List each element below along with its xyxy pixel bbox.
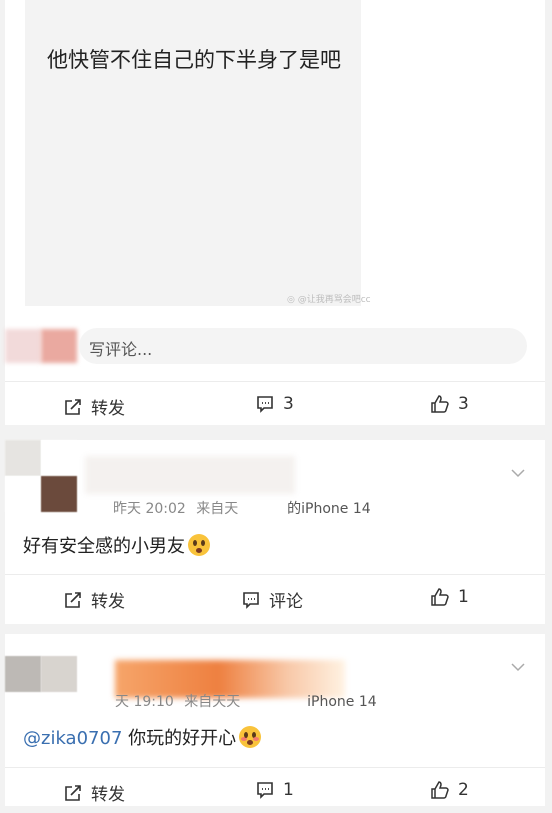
like-button[interactable]: 2 <box>430 780 469 800</box>
post-image[interactable]: 他快管不住自己的下半身了是吧 ◎ @让我再骂会吧cc <box>25 0 371 306</box>
repost-button[interactable]: 转发 <box>63 394 125 419</box>
comment-time: 天 19:10 <box>115 694 174 710</box>
comment-device: 的iPhone 14 <box>287 501 371 517</box>
repost-button[interactable]: 转发 <box>63 587 125 612</box>
comment-placeholder: 写评论... <box>89 340 153 359</box>
post-card: 他快管不住自己的下半身了是吧 ◎ @让我再骂会吧cc 写评论... 转发 3 3 <box>5 0 545 425</box>
like-button[interactable]: 3 <box>430 394 469 414</box>
comment-button[interactable]: 3 <box>255 394 294 414</box>
comment-icon <box>243 591 259 609</box>
comment-source: 来自天 <box>196 501 239 517</box>
avatar <box>5 329 41 363</box>
repost-button[interactable]: 转发 <box>63 780 125 805</box>
chevron-down-icon[interactable] <box>511 660 525 674</box>
comment-input-row: 写评论... <box>5 326 527 366</box>
comment-icon <box>257 782 273 799</box>
post-action-bar: 转发 3 3 <box>5 381 545 426</box>
avatar <box>5 656 77 728</box>
comment-source: 来自天天 <box>184 694 241 710</box>
avatar <box>5 440 77 512</box>
weibo-watermark-icon: ◎ <box>287 295 295 305</box>
comment-meta: 天 19:10 来自天天 iPhone 14 <box>115 691 377 711</box>
share-icon <box>65 591 81 608</box>
chevron-down-icon[interactable] <box>511 466 525 480</box>
avatar <box>41 329 77 363</box>
comment-action-bar: 转发 1 2 <box>5 767 545 812</box>
comment-text: @zika0707 你玩的好开心 <box>23 724 262 750</box>
comment-card: 昨天 20:02 来自天 的iPhone 14 好有安全感的小男友 转发 评论 … <box>5 440 545 624</box>
share-icon <box>65 784 81 801</box>
thumbs-up-icon <box>431 395 449 413</box>
blushing-face-icon <box>239 726 262 748</box>
comment-text: 好有安全感的小男友 <box>23 532 210 558</box>
comment-action-bar: 转发 评论 1 <box>5 574 545 619</box>
post-image-text: 他快管不住自己的下半身了是吧 <box>47 48 341 72</box>
thumbs-up-icon <box>431 588 449 606</box>
comment-button[interactable]: 1 <box>255 780 294 800</box>
mention-link[interactable]: @zika0707 <box>23 728 122 749</box>
user-name[interactable] <box>85 456 295 494</box>
comment-device: iPhone 14 <box>307 694 377 710</box>
share-icon <box>65 398 81 415</box>
comment-card: 天 19:10 来自天天 iPhone 14 @zika0707 你玩的好开心 … <box>5 634 545 806</box>
comment-meta: 昨天 20:02 来自天 的iPhone 14 <box>113 498 371 518</box>
image-watermark: ◎ @让我再骂会吧cc <box>287 295 371 305</box>
thumbs-up-icon <box>431 781 449 799</box>
comment-time: 昨天 20:02 <box>113 501 186 517</box>
comment-input[interactable]: 写评论... <box>79 328 527 364</box>
astonished-face-icon <box>188 534 210 556</box>
like-button[interactable]: 1 <box>430 587 469 607</box>
comment-button[interactable]: 评论 <box>241 587 303 612</box>
comment-icon <box>257 396 273 413</box>
